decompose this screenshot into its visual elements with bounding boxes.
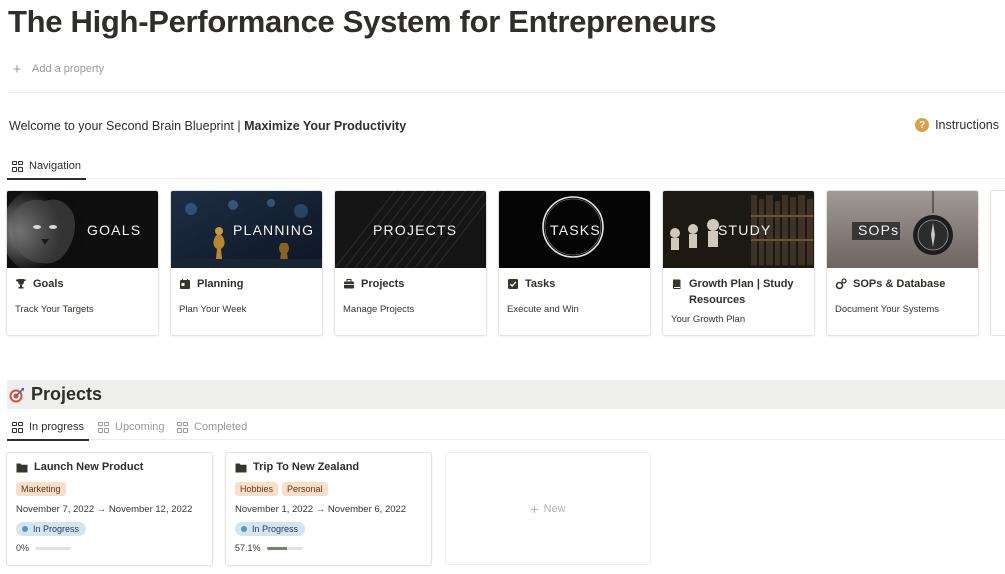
project-title: Launch New Product <box>34 461 144 473</box>
nav-card-growth-plan[interactable]: STUDY Growth Plan | Study Resources Your… <box>662 190 815 336</box>
plus-icon: + <box>530 500 539 517</box>
planning-cover-image: PLANNING <box>171 191 322 268</box>
tab-in-progress[interactable]: In progress <box>7 414 90 441</box>
section-title: Projects <box>31 384 103 404</box>
status-label: In Progress <box>252 524 299 534</box>
sops-cover-image: SOPs <box>827 191 978 268</box>
trophy-icon <box>15 279 27 289</box>
cover-word: GOALS <box>87 221 142 238</box>
goals-cover-image: GOALS <box>7 191 158 268</box>
progress-indicator: 57.1% <box>235 543 422 553</box>
target-icon <box>9 387 24 402</box>
page-title: The High-Performance System for Entrepre… <box>8 4 717 39</box>
add-property-label: Add a property <box>32 63 105 75</box>
progress-indicator: 0% <box>16 543 203 553</box>
progress-bar <box>35 546 72 550</box>
projects-section-header: Projects <box>7 380 1005 409</box>
tab-navigation[interactable]: Navigation <box>7 153 86 180</box>
nav-card-subtitle: Your Growth Plan <box>671 314 746 325</box>
tab-label: Upcoming <box>115 421 165 433</box>
instructions-label: Instructions <box>935 118 999 132</box>
welcome-prefix: Welcome to your Second Brain Blueprint | <box>9 119 245 133</box>
project-title: Trip To New Zealand <box>253 461 360 473</box>
grid-icon <box>98 421 109 433</box>
project-dates: November 7, 2022 → November 12, 2022 <box>16 504 193 515</box>
cover-word: TASKS <box>550 221 601 238</box>
welcome-text: Welcome to your Second Brain Blueprint |… <box>9 119 406 133</box>
grid-icon <box>177 421 188 433</box>
nav-card-subtitle: Manage Projects <box>343 304 415 315</box>
nav-card-goals[interactable]: GOALS Goals Track Your Targets <box>6 190 159 336</box>
book-icon <box>673 279 681 289</box>
nav-card-title: Tasks <box>525 278 556 290</box>
nav-card-subtitle: Plan Your Week <box>179 304 247 315</box>
projects-cover-image: PROJECTS <box>335 191 486 268</box>
navigation-tab-bar: Navigation <box>7 153 1005 180</box>
question-circle-icon: ? <box>915 118 930 132</box>
grid-icon <box>12 421 23 433</box>
status-badge: In Progress <box>235 522 306 536</box>
tasks-cover-image: TASKS <box>499 191 650 268</box>
progress-label: 0% <box>16 543 30 553</box>
folder-icon <box>16 463 28 472</box>
tag: Marketing <box>16 482 66 496</box>
progress-bar <box>266 546 303 550</box>
folder-icon <box>235 463 247 472</box>
status-dot <box>241 526 247 532</box>
tab-label: Navigation <box>29 160 81 172</box>
nav-card-subtitle: Document Your Systems <box>835 304 940 315</box>
new-project-button[interactable]: + New <box>445 452 651 565</box>
cover-word: STUDY <box>718 221 772 238</box>
tab-label: In progress <box>29 421 85 433</box>
tab-label: Completed <box>194 421 248 433</box>
cover-word: PROJECTS <box>373 221 458 238</box>
instructions-link[interactable]: ? Instructions <box>915 118 999 132</box>
cover-word: PLANNING <box>233 221 315 238</box>
nav-card-title: Projects <box>361 278 405 290</box>
nav-card-subtitle: Execute and Win <box>507 304 579 315</box>
project-card-trip-to-new-zealand[interactable]: Trip To New Zealand Hobbies Personal Nov… <box>225 452 432 566</box>
nav-card-title: Planning <box>197 278 244 290</box>
add-property-button[interactable]: + Add a property <box>10 60 105 78</box>
new-label: New <box>543 502 566 515</box>
nav-card-sops[interactable]: SOPs SOPs & Database Document Your Syste… <box>826 190 979 336</box>
nav-card-partial[interactable] <box>990 190 1005 336</box>
status-label: In Progress <box>33 524 80 534</box>
divider <box>8 92 1005 93</box>
tab-upcoming[interactable]: Upcoming <box>93 414 170 440</box>
nav-card-subtitle: Track Your Targets <box>15 304 94 315</box>
cover-word: SOPs <box>858 221 900 238</box>
nav-card-tasks[interactable]: TASKS Tasks Execute and Win <box>498 190 651 336</box>
study-cover-image: STUDY <box>663 191 814 268</box>
project-dates: November 1, 2022 → November 6, 2022 <box>235 504 407 515</box>
calendar-icon <box>180 279 190 289</box>
nav-card-title: Goals <box>33 278 64 290</box>
briefcase-icon <box>344 279 354 289</box>
tag: Hobbies <box>235 482 279 496</box>
tag: Personal <box>282 482 328 496</box>
plus-icon: + <box>12 60 22 78</box>
status-dot <box>22 526 28 532</box>
gears-icon <box>835 278 847 290</box>
nav-card-planning[interactable]: PLANNING Planning Plan Your Week <box>170 190 323 336</box>
grid-icon <box>12 160 23 172</box>
status-badge: In Progress <box>16 522 87 536</box>
checkbox-icon <box>508 279 518 289</box>
nav-card-title: Growth Plan | Study Resources <box>689 278 794 306</box>
nav-card-projects[interactable]: PROJECTS Projects Manage Projects <box>334 190 487 336</box>
projects-tab-bar: In progress Upcoming Completed <box>7 414 1005 441</box>
welcome-bold: Maximize Your Productivity <box>244 119 407 133</box>
nav-card-title: SOPs & Database <box>853 278 946 290</box>
tab-completed[interactable]: Completed <box>172 414 252 440</box>
progress-label: 57.1% <box>235 543 261 553</box>
project-card-launch-new-product[interactable]: Launch New Product Marketing November 7,… <box>6 452 213 566</box>
